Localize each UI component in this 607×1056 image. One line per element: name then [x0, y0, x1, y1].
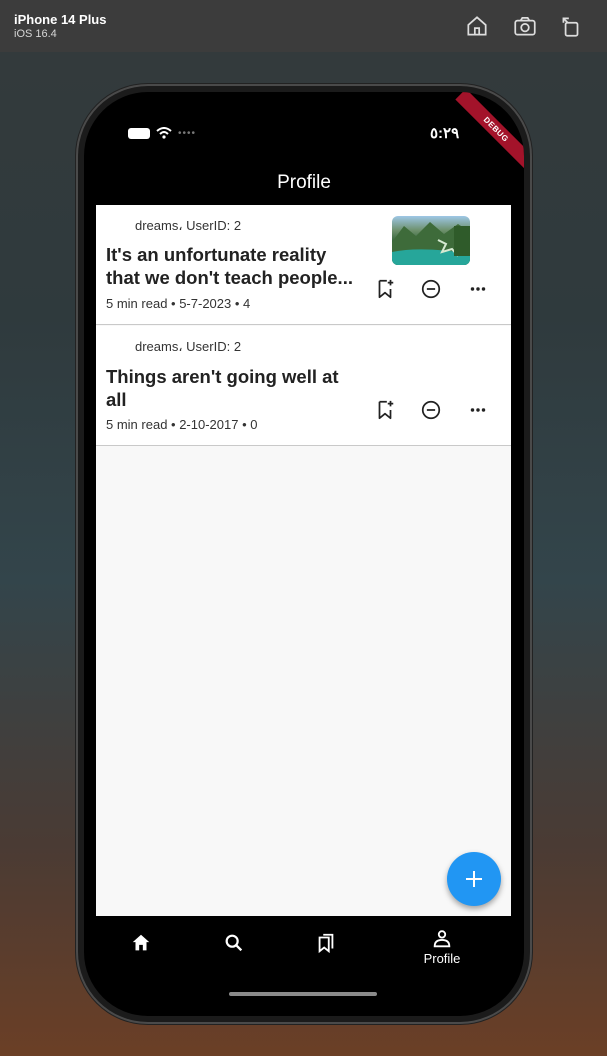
- add-bookmark-button[interactable]: [374, 399, 396, 421]
- nav-item-profile[interactable]: Profile: [412, 926, 472, 970]
- home-indicator[interactable]: [229, 992, 377, 996]
- post-card[interactable]: dreams، UserID: 2 It's an unfortunate re…: [96, 205, 511, 325]
- bottom-nav: Profile: [96, 916, 511, 976]
- os-version: iOS 16.4: [14, 28, 57, 40]
- battery-icon: [128, 127, 150, 139]
- rotate-button[interactable]: [558, 13, 584, 39]
- status-left: ••••: [128, 126, 196, 140]
- wifi-icon: [156, 127, 172, 139]
- debug-banner: DEBUG: [455, 92, 524, 171]
- more-button[interactable]: [467, 399, 489, 421]
- nav-item-home[interactable]: [111, 926, 171, 970]
- person-icon: [433, 930, 451, 948]
- post-card[interactable]: dreams، UserID: 2 Things aren't going we…: [96, 326, 511, 446]
- home-icon: [132, 934, 150, 951]
- rotate-icon: [562, 17, 579, 37]
- signal-dots-icon: ••••: [178, 127, 197, 139]
- post-author-meta: dreams، UserID: 2: [135, 218, 242, 233]
- more-horizontal-icon: [470, 408, 486, 412]
- bookmarks-icon: [318, 933, 334, 954]
- mute-button[interactable]: [420, 399, 442, 421]
- nav-item-bookmarks[interactable]: [296, 926, 356, 970]
- search-icon: [225, 934, 243, 952]
- post-title[interactable]: Things aren't going well at all: [106, 365, 361, 411]
- post-title-text: that we don't teach people...: [106, 267, 353, 288]
- page-title: Profile: [277, 172, 331, 193]
- more-horizontal-icon: [470, 287, 486, 291]
- nav-label-profile: Profile: [423, 951, 461, 966]
- post-title[interactable]: It's an unfortunate reality that we don'…: [106, 243, 361, 289]
- bookmark-add-icon: [378, 400, 394, 420]
- add-bookmark-button[interactable]: [374, 278, 396, 300]
- post-thumbnail[interactable]: [392, 216, 470, 265]
- add-post-fab[interactable]: [447, 852, 501, 906]
- phone-screen: •••• ٥:٢٩ DEBUG Profile dreams، UserID: …: [84, 92, 524, 1016]
- home-button[interactable]: [464, 13, 490, 39]
- post-info: 5 min read • 5-7-2023 • 4: [106, 296, 251, 311]
- more-button[interactable]: [467, 278, 489, 300]
- simulator-toolbar: iPhone 14 Plus iOS 16.4: [0, 0, 607, 52]
- nav-item-search[interactable]: [204, 926, 264, 970]
- minus-circle-icon: [421, 400, 441, 420]
- posts-list: dreams، UserID: 2 It's an unfortunate re…: [96, 205, 511, 916]
- mute-button[interactable]: [420, 278, 442, 300]
- post-author-meta: dreams، UserID: 2: [135, 339, 242, 354]
- plus-icon: [466, 871, 482, 887]
- landscape-image: [392, 222, 470, 265]
- phone-frame: •••• ٥:٢٩ DEBUG Profile dreams، UserID: …: [78, 86, 530, 1022]
- bookmark-add-icon: [378, 279, 394, 299]
- device-name: iPhone 14 Plus: [14, 12, 107, 27]
- screenshot-button[interactable]: [512, 13, 538, 39]
- status-time: ٥:٢٩: [430, 125, 460, 142]
- post-info: 5 min read • 2-10-2017 • 0: [106, 417, 258, 432]
- camera-icon: [514, 17, 536, 36]
- minus-circle-icon: [421, 279, 441, 299]
- home-outline-icon: [467, 16, 487, 36]
